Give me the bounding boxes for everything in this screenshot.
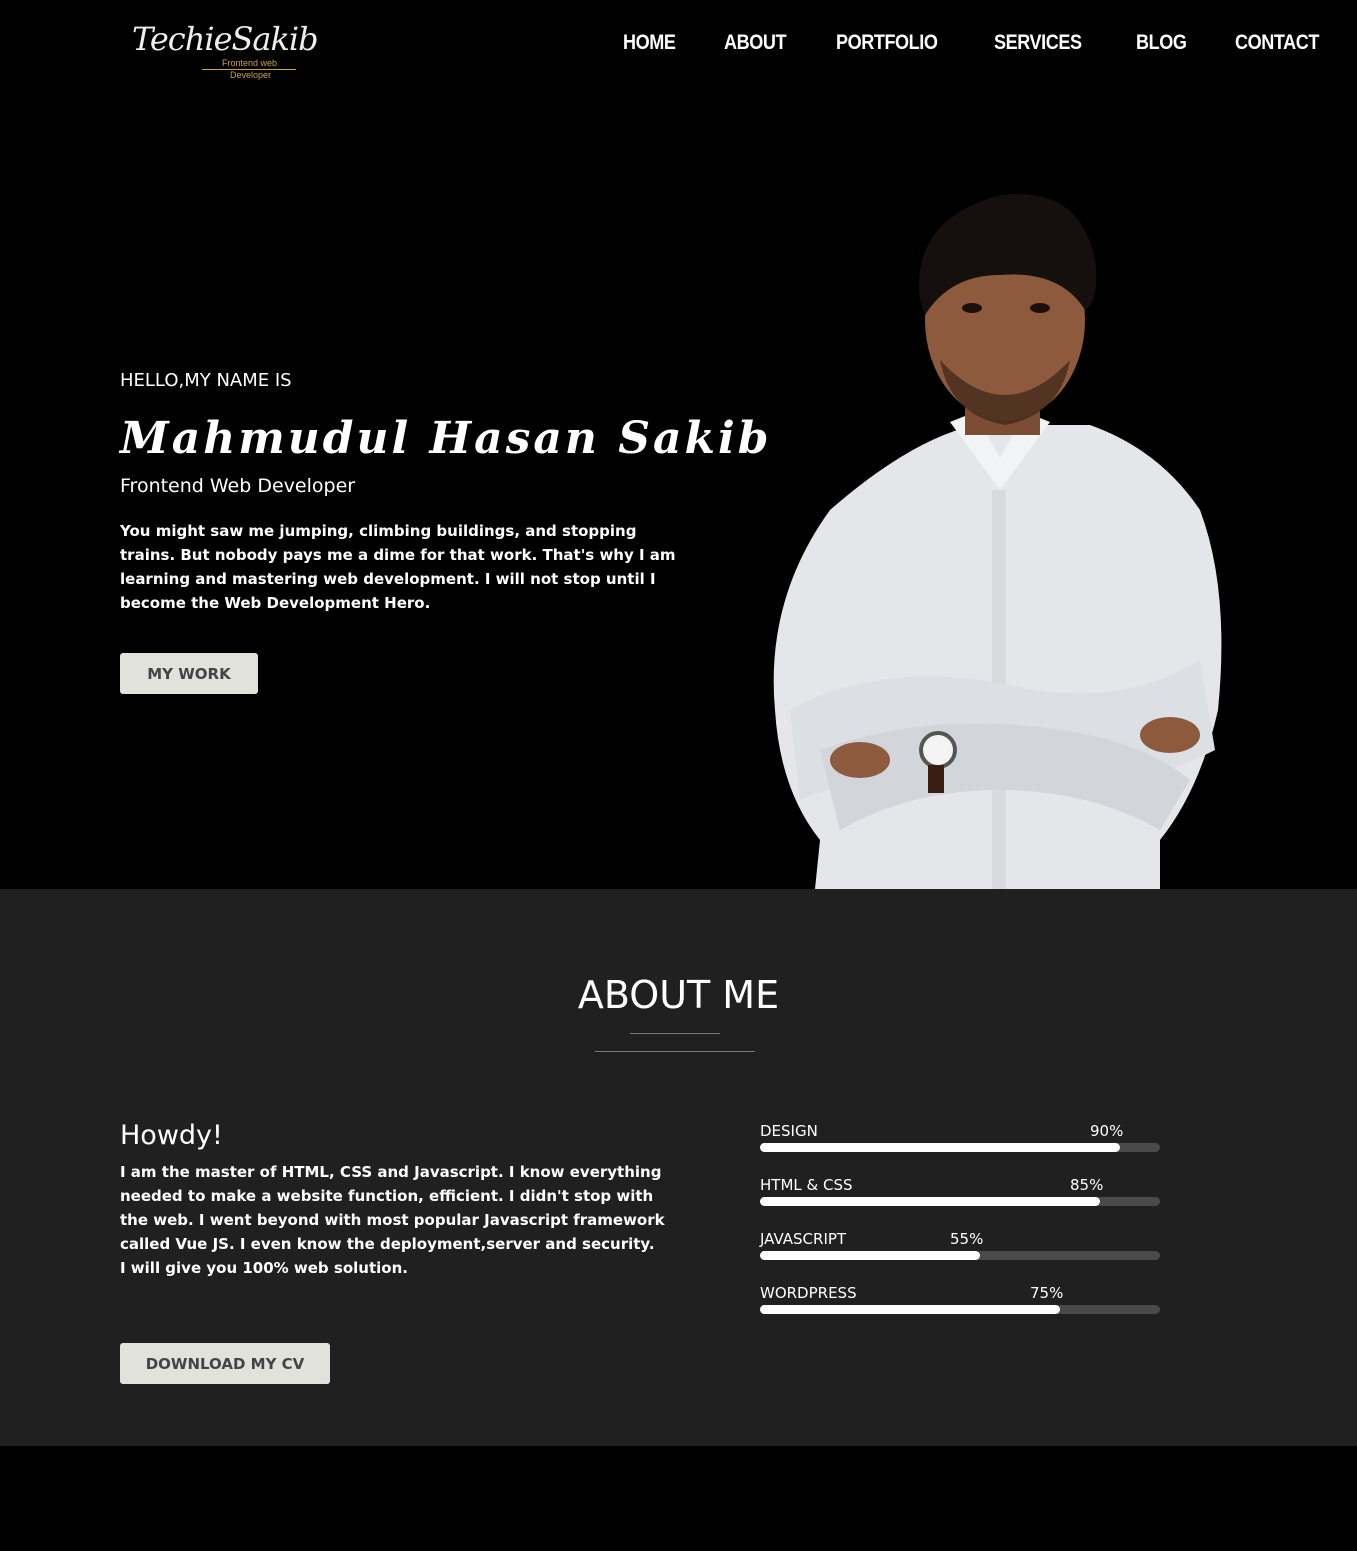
skill-bar-track [760,1197,1160,1206]
skill-bar-track [760,1143,1160,1152]
skill-percent: 55% [950,1230,984,1248]
hero-bio: You might saw me jumping, climbing build… [120,522,676,612]
hero-role: Frontend Web Developer [120,475,356,497]
skill-percent: 85% [1070,1176,1104,1194]
site-header: TechieSakib Frontend web Developer HOME … [0,0,1357,95]
nav-item-blog[interactable]: BLOG [1136,31,1187,55]
logo-subtitle-line2: Developer [230,70,272,80]
title-divider-short [630,1033,720,1034]
nav-item-home[interactable]: HOME [623,31,676,55]
hero-greeting: HELLO,MY NAME IS [120,370,292,391]
skill-name: HTML & CSS [760,1176,853,1194]
skill-bar-fill [760,1305,1060,1314]
skill-bar-track [760,1305,1160,1314]
hero-name: Mahmudul Hasan Sakib [120,413,772,464]
skill-bar-fill [760,1197,1100,1206]
logo-subtitle-line1: Frontend web [222,58,278,68]
nav-item-contact[interactable]: CONTACT [1235,31,1319,55]
download-cv-button[interactable]: DOWNLOAD MY CV [120,1343,330,1384]
about-title: ABOUT ME [577,973,780,1017]
skill-wordpress: WORDPRESS 75% [760,1281,1160,1335]
my-work-button[interactable]: MY WORK [120,653,258,694]
skill-bar-track [760,1251,1160,1260]
about-heading: Howdy! [120,1120,223,1151]
skill-percent: 75% [1030,1284,1064,1302]
skill-design: DESIGN 90% [760,1119,1160,1173]
skill-bar-fill [760,1251,980,1260]
about-section: ABOUT ME Howdy! I am the master of HTML,… [0,889,1357,1446]
skill-javascript: JAVASCRIPT 55% [760,1227,1160,1281]
skills-list: DESIGN 90% HTML & CSS 85% JAVASCRIPT 55%… [760,1119,1160,1335]
logo-script-text: TechieSakib [132,20,319,58]
footer-band [0,1446,1357,1551]
skill-html-css: HTML & CSS 85% [760,1173,1160,1227]
skill-name: DESIGN [760,1122,818,1140]
hero-section: HELLO,MY NAME IS Mahmudul Hasan Sakib Fr… [0,95,1357,889]
logo[interactable]: TechieSakib Frontend web Developer [130,20,319,84]
skill-name: JAVASCRIPT [760,1230,847,1248]
skill-percent: 90% [1090,1122,1124,1140]
about-text: I am the master of HTML, CSS and Javascr… [120,1163,665,1277]
nav-item-portfolio[interactable]: PORTFOLIO [836,31,938,55]
portrait-photo [773,193,1222,889]
skill-bar-fill [760,1143,1120,1152]
main-nav: HOME ABOUT PORTFOLIO SERVICES BLOG CONTA… [623,31,1357,55]
skill-name: WORDPRESS [760,1284,857,1302]
nav-item-services[interactable]: SERVICES [994,31,1082,55]
title-divider-long [595,1051,755,1052]
nav-item-about[interactable]: ABOUT [724,31,786,55]
